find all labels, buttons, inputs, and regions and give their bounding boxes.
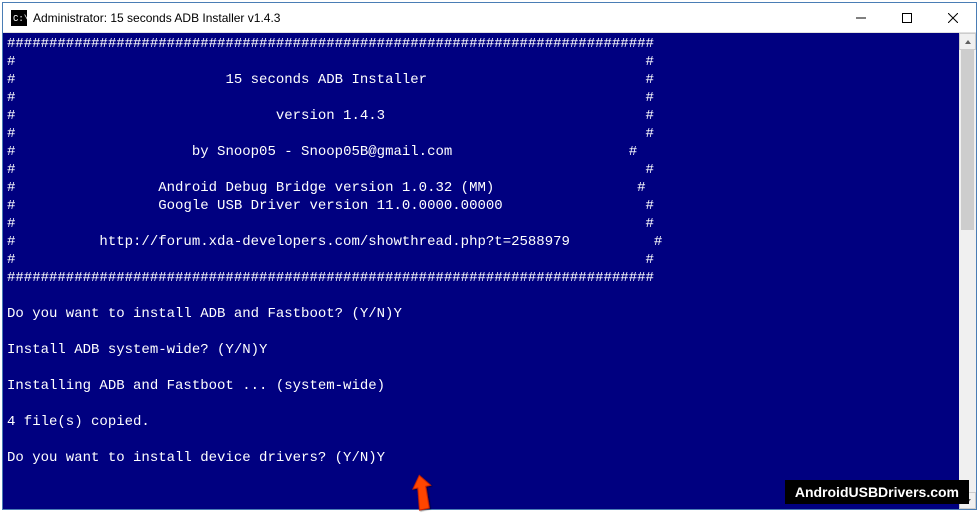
banner-title: 15 seconds ADB Installer — [225, 72, 427, 88]
prompt-a3: Y — [377, 450, 385, 466]
cmd-icon: C:\ — [11, 10, 27, 26]
window-controls — [838, 3, 976, 32]
prompt-q2: Install ADB system-wide? (Y/N) — [7, 342, 259, 358]
app-window: C:\ Administrator: 15 seconds ADB Instal… — [2, 2, 977, 510]
banner-url: http://forum.xda-developers.com/showthre… — [99, 234, 569, 250]
scroll-thumb[interactable] — [961, 50, 974, 230]
console-area: ########################################… — [3, 33, 976, 509]
window-title: Administrator: 15 seconds ADB Installer … — [33, 11, 838, 25]
banner-version: version 1.4.3 — [276, 108, 385, 124]
close-button[interactable] — [930, 3, 976, 32]
prompt-q3: Do you want to install device drivers? (… — [7, 450, 377, 466]
watermark: AndroidUSBDrivers.com — [785, 480, 969, 504]
minimize-button[interactable] — [838, 3, 884, 32]
banner-top: ########################################… — [7, 36, 654, 52]
console-output[interactable]: ########################################… — [3, 33, 959, 509]
copied-line: 4 file(s) copied. — [7, 414, 150, 430]
svg-text:C:\: C:\ — [13, 14, 27, 24]
prompt-a1: Y — [393, 306, 401, 322]
status-line: Installing ADB and Fastboot ... (system-… — [7, 378, 385, 394]
banner-row: # # — [7, 54, 654, 70]
banner-adb: Android Debug Bridge version 1.0.32 (MM) — [158, 180, 494, 196]
maximize-button[interactable] — [884, 3, 930, 32]
banner-driver: Google USB Driver version 11.0.0000.0000… — [158, 198, 502, 214]
banner-author: by Snoop05 - Snoop05B@gmail.com — [192, 144, 452, 160]
scroll-track[interactable] — [959, 50, 976, 492]
vertical-scrollbar[interactable] — [959, 33, 976, 509]
banner-bottom: ########################################… — [7, 270, 654, 286]
scroll-up-arrow[interactable] — [959, 33, 976, 50]
titlebar[interactable]: C:\ Administrator: 15 seconds ADB Instal… — [3, 3, 976, 33]
prompt-a2: Y — [259, 342, 267, 358]
prompt-q1: Do you want to install ADB and Fastboot?… — [7, 306, 393, 322]
